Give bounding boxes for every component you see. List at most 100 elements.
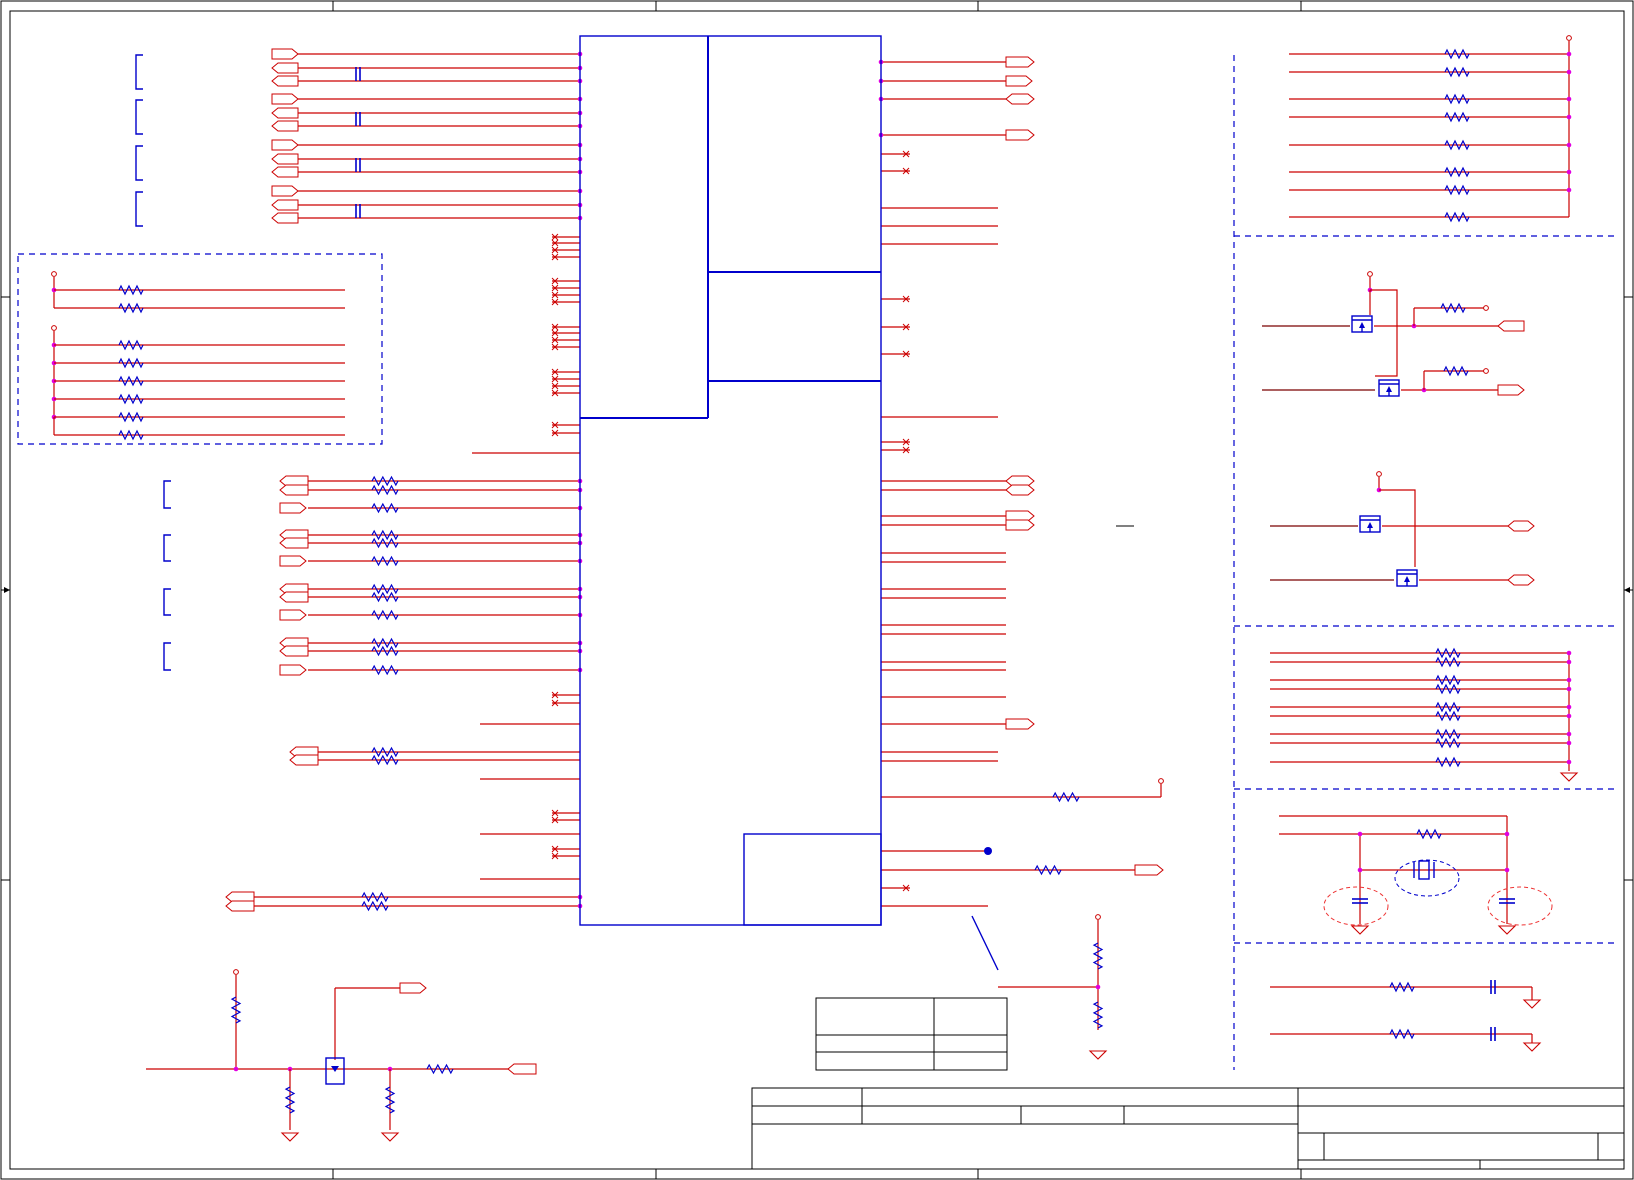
power-pin (1483, 368, 1489, 374)
resistor (371, 645, 399, 657)
resistor (426, 1063, 454, 1075)
off-page-port (271, 93, 299, 105)
junction-dot (1566, 740, 1572, 746)
mosfet-arrow (1359, 322, 1365, 328)
off-page-port (279, 484, 309, 496)
resistor (1444, 139, 1470, 151)
power-pin (1158, 778, 1164, 784)
resistor (1034, 864, 1062, 876)
ground-symbol (1522, 1042, 1542, 1052)
bus-bracket (135, 145, 143, 181)
off-page-port (1005, 75, 1033, 87)
resistor (1092, 1001, 1104, 1029)
junction-dot (1357, 831, 1363, 837)
resistor (1435, 737, 1461, 749)
off-page-port (399, 982, 427, 994)
resistor (1389, 981, 1415, 993)
off-page-port (279, 591, 309, 603)
off-page-port (1005, 129, 1035, 141)
resistor (118, 375, 144, 387)
resistor (371, 746, 399, 758)
off-page-port (225, 900, 255, 912)
ground-symbol (1497, 925, 1517, 935)
resistor (384, 1086, 396, 1114)
ground-symbol (380, 1132, 400, 1142)
junction-dot (1566, 677, 1572, 683)
option-table (815, 997, 1008, 1071)
power-pin (1483, 305, 1489, 311)
resistor (371, 754, 399, 766)
resistor (1435, 728, 1461, 740)
off-page-port (1005, 93, 1035, 105)
wire (1379, 489, 1416, 567)
resistor (1444, 211, 1470, 223)
resistor (371, 529, 399, 541)
resistor (371, 537, 399, 549)
resistor (371, 583, 399, 595)
off-page-port (271, 199, 299, 211)
test-point (984, 847, 992, 855)
dashed-region-left (17, 253, 383, 445)
resistor (118, 284, 144, 296)
off-page-port (271, 153, 299, 165)
resistor (118, 411, 144, 423)
off-page-port (271, 166, 299, 178)
off-page-port (271, 62, 299, 74)
junction-dot (1566, 731, 1572, 737)
ground-symbol (280, 1132, 300, 1142)
off-page-port (271, 212, 299, 224)
off-page-port (507, 1063, 537, 1075)
resistor (1389, 1028, 1415, 1040)
off-page-port (1005, 484, 1035, 496)
junction-dot (1566, 69, 1572, 75)
off-page-port (271, 75, 299, 87)
wire (1370, 289, 1398, 377)
bus-bracket (163, 642, 171, 671)
resistor (118, 357, 144, 369)
inner-border (9, 10, 1625, 1170)
mosfet-arrow (1367, 522, 1373, 528)
off-page-port (1497, 384, 1525, 396)
resistor (118, 339, 144, 351)
off-page-port (289, 754, 319, 766)
off-page-port (279, 664, 307, 676)
off-page-port (279, 555, 307, 567)
resistor (1444, 111, 1470, 123)
resistor (118, 302, 144, 314)
off-page-port (271, 120, 299, 132)
junction-dot (1566, 187, 1572, 193)
power-pin (233, 969, 239, 975)
off-page-port (1507, 520, 1535, 532)
resistor (230, 996, 242, 1024)
resistor (1435, 683, 1461, 695)
mosfet-arrow (1386, 386, 1392, 392)
resistor (1443, 365, 1469, 377)
ground-symbol (1350, 925, 1370, 935)
outer-border (0, 0, 1634, 1180)
ground-symbol (1559, 772, 1579, 782)
junction-dot (1357, 867, 1363, 873)
power-pin (51, 325, 57, 331)
resistor (371, 664, 399, 676)
resistor (371, 609, 399, 621)
off-page-port (271, 139, 299, 151)
resistor (371, 637, 399, 649)
annotation-line (971, 915, 999, 971)
junction-dot (1566, 759, 1572, 765)
title-block (751, 997, 1625, 1170)
resistor (1444, 66, 1470, 78)
junction-dot (1566, 142, 1572, 148)
off-page-port (279, 537, 309, 549)
off-page-port (271, 185, 299, 197)
resistor (371, 502, 399, 514)
resistor (284, 1086, 296, 1114)
schematic-sheet (0, 0, 1634, 1180)
resistor (361, 900, 389, 912)
cap-highlight (1487, 886, 1553, 926)
resistor (1435, 701, 1461, 713)
resistor (1444, 184, 1470, 196)
zone-arrow-head (1624, 587, 1630, 593)
dashed-regions (17, 55, 1616, 1070)
off-page-port (271, 48, 299, 60)
off-page-port (1005, 519, 1035, 531)
